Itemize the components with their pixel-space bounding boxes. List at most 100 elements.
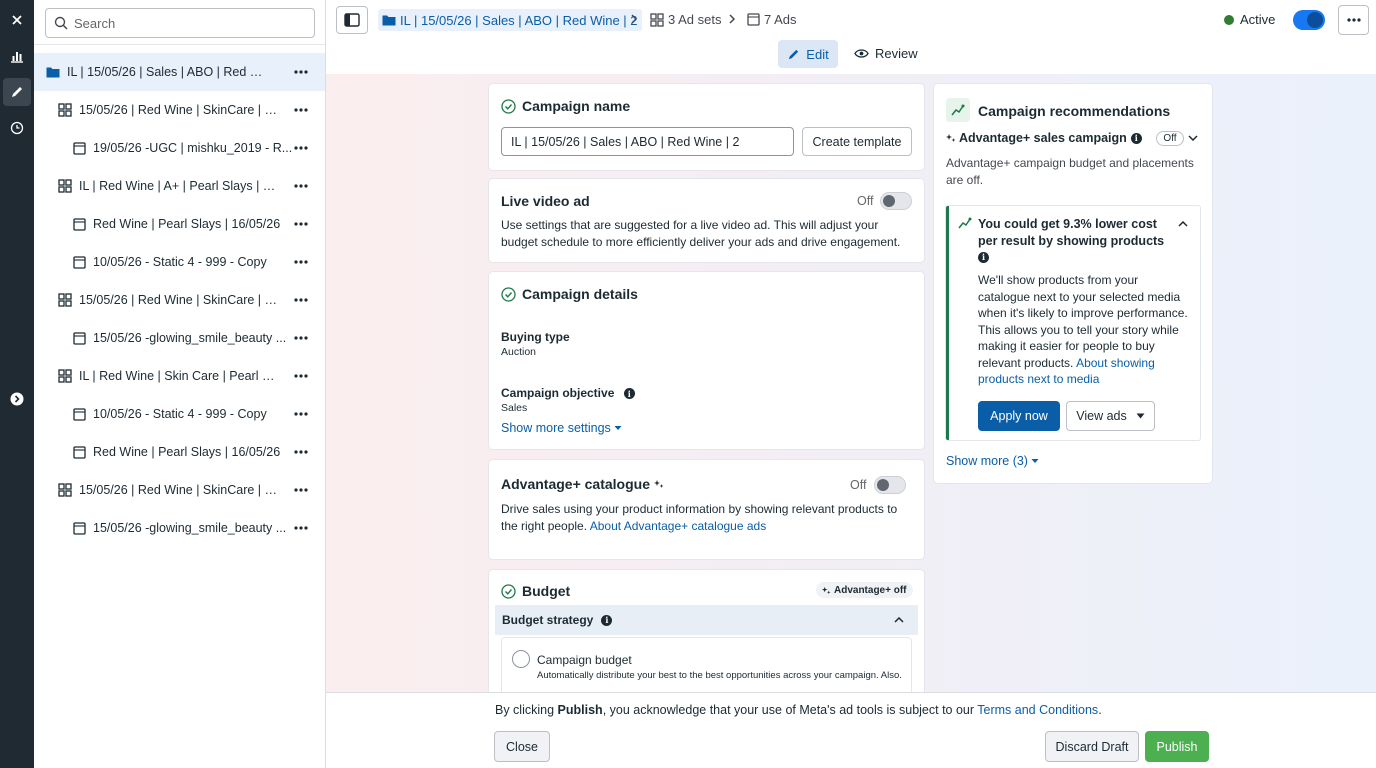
view-ads-button[interactable]: View ads: [1066, 401, 1155, 431]
tree-row-ad[interactable]: 19/05/26 -UGC | mishku_2019 - R...: [34, 129, 325, 167]
tree-row-label: 19/05/26 -UGC | mishku_2019 - R...: [93, 141, 293, 155]
tree-row-adset[interactable]: 15/05/26 | Red Wine | SkinCare | Ma...: [34, 91, 325, 129]
campaign-details-card: Campaign details Buying type Auction Cam…: [489, 272, 924, 449]
campaign-active-toggle[interactable]: [1293, 10, 1325, 30]
more-icon[interactable]: [292, 292, 310, 308]
budget-strategy-label: Budget strategy: [502, 613, 594, 627]
catalogue-ads-link[interactable]: About Advantage+ catalogue ads: [590, 519, 766, 533]
advantage-sales-off-badge: Off: [1156, 131, 1184, 146]
campaign-name-card: Campaign name IL | 15/05/26 | Sales | AB…: [489, 84, 924, 170]
discard-draft-button[interactable]: Discard Draft: [1045, 731, 1139, 762]
clock-icon[interactable]: [3, 114, 31, 142]
sparkle-icon: [822, 586, 831, 594]
more-icon[interactable]: [292, 216, 310, 232]
tab-review-label: Review: [875, 46, 918, 61]
close-button[interactable]: Close: [494, 731, 550, 762]
live-video-description: Use settings that are suggested for a li…: [501, 218, 901, 249]
show-more-settings-link[interactable]: Show more settings: [501, 421, 622, 435]
campaign-budget-radio[interactable]: [512, 650, 530, 668]
tree-row-ad[interactable]: 10/05/26 - Static 4 - 999 - Copy: [34, 243, 325, 281]
pencil-icon[interactable]: [3, 78, 31, 106]
live-video-title: Live video ad: [501, 193, 590, 209]
breadcrumb-campaign[interactable]: IL | 15/05/26 | Sales | ABO | Red Wine |…: [378, 9, 642, 31]
caret-down-icon: [1031, 459, 1039, 463]
campaign-budget-option[interactable]: Campaign budget Automatically distribute…: [501, 637, 912, 692]
ad-set-icon: [57, 482, 73, 498]
recommendations-title: Campaign recommendations: [978, 103, 1171, 119]
folder-icon: [382, 14, 396, 26]
catalogue-card: Advantage+ catalogue Off Drive sales usi…: [489, 460, 924, 559]
info-icon[interactable]: i: [1130, 132, 1142, 144]
check-circle-icon: [501, 286, 516, 302]
ad-set-icon: [57, 368, 73, 384]
chevron-down-icon[interactable]: [1188, 135, 1198, 141]
tree-row-label: 10/05/26 - Static 4 - 999 - Copy: [93, 255, 267, 269]
check-circle-icon: [501, 98, 516, 114]
catalogue-toggle-label: Off: [850, 478, 867, 492]
live-video-card: Live video ad Off Use settings that are …: [489, 179, 924, 262]
info-icon[interactable]: i: [601, 614, 613, 626]
close-icon[interactable]: [3, 6, 31, 34]
more-icon[interactable]: [292, 254, 310, 270]
tree-row-ad[interactable]: Red Wine | Pearl Slays | 16/05/26: [34, 433, 325, 471]
tree-row-adset[interactable]: IL | Red Wine | Skin Care | Pearl Slays …: [34, 357, 325, 395]
publish-button[interactable]: Publish: [1145, 731, 1209, 762]
recommendation-tip: You could get 9.3% lower cost per result…: [946, 206, 1200, 440]
ad-icon: [71, 216, 87, 232]
grid-icon: [650, 12, 664, 27]
more-icon[interactable]: [292, 482, 310, 498]
status-dot: [1224, 15, 1234, 25]
more-icon[interactable]: [292, 520, 310, 536]
catalogue-toggle[interactable]: [874, 476, 906, 494]
catalogue-description: Drive sales using your product informati…: [501, 501, 913, 534]
tree-row-label: IL | Red Wine | A+ | Pearl Slays | 19/0.…: [79, 179, 279, 193]
tree-row-ad[interactable]: 15/05/26 -glowing_smile_beauty ...: [34, 509, 325, 547]
budget-strategy-header[interactable]: Budget strategy i: [495, 605, 918, 635]
chart-icon[interactable]: [3, 42, 31, 70]
more-icon[interactable]: [292, 330, 310, 346]
more-icon[interactable]: [292, 368, 310, 384]
tree-row-adset[interactable]: IL | Red Wine | A+ | Pearl Slays | 19/0.…: [34, 167, 325, 205]
more-icon[interactable]: [292, 406, 310, 422]
create-template-button[interactable]: Create template: [802, 127, 912, 156]
more-icon[interactable]: [292, 444, 310, 460]
tree-row-ad[interactable]: 15/05/26 -glowing_smile_beauty ...: [34, 319, 325, 357]
more-icon: [1346, 18, 1361, 22]
chevron-up-icon[interactable]: [1178, 221, 1188, 227]
more-icon[interactable]: [292, 102, 310, 118]
ad-set-icon: [57, 178, 73, 194]
campaign-name-title: Campaign name: [522, 98, 631, 114]
breadcrumb-adsets[interactable]: 3 Ad sets: [650, 12, 721, 27]
more-icon[interactable]: [292, 64, 310, 80]
search-input[interactable]: [74, 15, 294, 31]
editor-content: Edit Review Campaign name IL | 15/05/26 …: [326, 40, 1376, 692]
info-icon[interactable]: i: [978, 252, 989, 264]
tree-row-adset[interactable]: 15/05/26 | Red Wine | SkinCare | South: [34, 471, 325, 509]
breadcrumb-adsets-label: 3 Ad sets: [668, 12, 722, 27]
view-ads-label: View ads: [1076, 409, 1127, 423]
more-icon[interactable]: [292, 178, 310, 194]
live-video-toggle[interactable]: [880, 192, 912, 210]
tab-edit[interactable]: Edit: [778, 40, 838, 68]
mode-tabs: Edit Review: [326, 40, 1376, 74]
tree-row-ad[interactable]: 10/05/26 - Static 4 - 999 - Copy: [34, 395, 325, 433]
more-options-button[interactable]: [1338, 5, 1369, 35]
terms-link[interactable]: Terms and Conditions: [977, 703, 1098, 717]
campaign-name-input[interactable]: IL | 15/05/26 | Sales | ABO | Red Wine |…: [501, 127, 794, 156]
tree-row-ad[interactable]: Red Wine | Pearl Slays | 16/05/26: [34, 205, 325, 243]
tab-review[interactable]: Review: [854, 46, 918, 61]
tree-row-adset[interactable]: 15/05/26 | Red Wine | SkinCare | Sou...: [34, 281, 325, 319]
search-box[interactable]: [45, 8, 315, 38]
breadcrumb-ads[interactable]: 7 Ads: [747, 12, 797, 27]
expand-icon[interactable]: [3, 385, 31, 413]
show-more-recommendations-link[interactable]: Show more (3): [946, 454, 1039, 468]
campaign-budget-title: Campaign budget: [537, 653, 632, 667]
tip-title-wrap: You could get 9.3% lower cost per result…: [978, 216, 1168, 266]
tab-edit-label: Edit: [806, 46, 829, 62]
info-icon[interactable]: i: [623, 388, 635, 400]
more-icon[interactable]: [292, 140, 310, 156]
panel-toggle-button[interactable]: [336, 6, 368, 34]
tree-row-campaign[interactable]: IL | 15/05/26 | Sales | ABO | Red Wine |…: [34, 53, 325, 91]
ad-set-icon: [57, 292, 73, 308]
apply-now-button[interactable]: Apply now: [978, 401, 1060, 431]
